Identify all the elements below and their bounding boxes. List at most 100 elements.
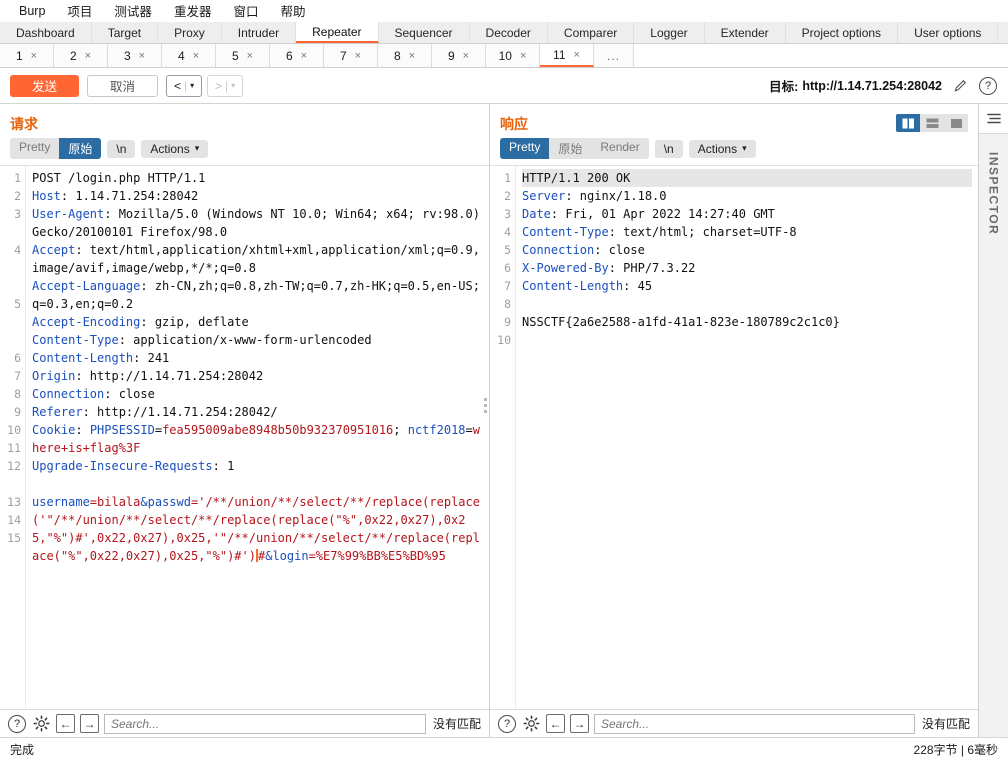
repeater-tab-6[interactable]: 6 ×: [270, 44, 324, 67]
close-icon[interactable]: ×: [193, 50, 199, 62]
repeater-tab-7[interactable]: 7 ×: [324, 44, 378, 67]
repeater-tab-overflow[interactable]: ...: [594, 44, 634, 67]
tab-decoder[interactable]: Decoder: [469, 22, 548, 43]
response-actions-button[interactable]: Actions ▾: [688, 139, 756, 158]
tab-proxy[interactable]: Proxy: [158, 22, 222, 43]
close-icon[interactable]: ×: [247, 50, 253, 62]
repeater-tab-4[interactable]: 4 ×: [162, 44, 216, 67]
tab-target[interactable]: Target: [91, 22, 159, 43]
tab-project-options[interactable]: Project options: [785, 22, 899, 43]
request-actions-button[interactable]: Actions ▾: [141, 139, 209, 158]
request-view-raw[interactable]: 原始: [59, 138, 102, 159]
close-icon[interactable]: ×: [463, 50, 469, 62]
back-button[interactable]: < | ▾: [166, 74, 203, 97]
repeater-tab-label: 4: [177, 48, 185, 63]
tab-user-options[interactable]: User options: [898, 22, 999, 43]
find-next-button[interactable]: →: [80, 714, 99, 733]
repeater-tab-5[interactable]: 5 ×: [216, 44, 270, 67]
request-line-1: POST /login.php HTTP/1.1: [32, 171, 206, 185]
header-value: : text/html,application/xhtml+xml,applic…: [32, 243, 480, 275]
response-view-raw[interactable]: 原始: [549, 138, 592, 159]
close-icon[interactable]: ×: [355, 50, 361, 62]
edit-pencil-icon[interactable]: [950, 76, 970, 96]
line-number: 5: [504, 243, 511, 257]
tab-dashboard[interactable]: Dashboard: [0, 22, 92, 43]
history-nav-group: < | ▾ > | ▾: [166, 74, 244, 97]
header-key: Referer: [32, 405, 83, 419]
header-key: Upgrade-Insecure-Requests: [32, 459, 213, 473]
gear-icon[interactable]: [521, 714, 541, 734]
response-code[interactable]: HTTP/1.1 200 OK Server: nginx/1.18.0 Date…: [516, 166, 978, 709]
response-newline-toggle[interactable]: \n: [654, 139, 683, 158]
request-newline-toggle[interactable]: \n: [107, 139, 136, 158]
layout-single-button[interactable]: [944, 114, 968, 132]
request-pane: 请求 Pretty 原始 \n Actions ▾ 1 2 3 4 5 6 7 …: [0, 104, 490, 737]
request-line-numbers: 1 2 3 4 5 6 7 8 9 10 11 12 13 14 15: [0, 166, 26, 709]
request-actions-label: Actions: [150, 141, 190, 156]
cookie-name: nctf2018: [407, 423, 466, 437]
gear-icon[interactable]: [31, 714, 51, 734]
inspector-toggle-button[interactable]: [979, 104, 1008, 134]
response-search-input[interactable]: [594, 713, 915, 734]
menu-bar: Burp 项目 测试器 重发器 窗口 帮助: [0, 0, 1008, 22]
tab-extender[interactable]: Extender: [704, 22, 786, 43]
find-next-button[interactable]: →: [570, 714, 589, 733]
menu-item-intruder[interactable]: 测试器: [103, 0, 163, 22]
tab-intruder[interactable]: Intruder: [221, 22, 297, 43]
pane-resize-handle[interactable]: [484, 398, 487, 413]
find-previous-button[interactable]: ←: [56, 714, 75, 733]
repeater-tab-1[interactable]: 1 ×: [0, 44, 54, 67]
response-view-pretty[interactable]: Pretty: [500, 138, 550, 159]
repeater-tab-2[interactable]: 2 ×: [54, 44, 108, 67]
request-code[interactable]: POST /login.php HTTP/1.1 Host: 1.14.71.2…: [26, 166, 489, 709]
repeater-tab-label: 9: [447, 48, 455, 63]
body-param-name: username: [32, 495, 90, 509]
tab-sequencer[interactable]: Sequencer: [378, 22, 470, 43]
help-icon[interactable]: ?: [498, 714, 516, 733]
close-icon[interactable]: ×: [409, 50, 415, 62]
repeater-tab-10[interactable]: 10 ×: [486, 44, 540, 67]
header-value: : http://1.14.71.254:28042/: [82, 405, 278, 419]
header-key: Origin: [32, 369, 76, 383]
layout-side-by-side-button[interactable]: [896, 114, 920, 132]
send-button[interactable]: 发送: [10, 74, 80, 97]
response-editor[interactable]: 1 2 3 4 5 6 7 8 9 10 HTTP/1.1 200 OK Serv…: [490, 165, 978, 709]
line-number: 4: [504, 225, 511, 239]
repeater-tab-11[interactable]: 11 ×: [540, 44, 594, 67]
repeater-tab-8[interactable]: 8 ×: [378, 44, 432, 67]
header-value: : application/x-www-form-urlencoded: [118, 333, 372, 347]
forward-button[interactable]: > | ▾: [207, 74, 244, 97]
menu-item-repeater[interactable]: 重发器: [163, 0, 223, 22]
request-editor[interactable]: 1 2 3 4 5 6 7 8 9 10 11 12 13 14 15 POST…: [0, 165, 489, 709]
request-view-pretty[interactable]: Pretty: [10, 138, 60, 159]
target-display: 目标: http://1.14.71.254:28042: [769, 76, 942, 95]
repeater-tab-9[interactable]: 9 ×: [432, 44, 486, 67]
close-icon[interactable]: ×: [139, 50, 145, 62]
menu-item-window[interactable]: 窗口: [222, 0, 269, 22]
line-number: 5: [14, 297, 21, 311]
repeater-tab-3[interactable]: 3 ×: [108, 44, 162, 67]
header-value: : nginx/1.18.0: [565, 189, 667, 203]
menu-item-help[interactable]: 帮助: [269, 0, 316, 22]
help-icon[interactable]: ?: [8, 714, 26, 733]
close-icon[interactable]: ×: [85, 50, 91, 62]
menu-item-burp[interactable]: Burp: [8, 2, 56, 20]
close-icon[interactable]: ×: [520, 50, 526, 62]
layout-stacked-button[interactable]: [920, 114, 944, 132]
close-icon[interactable]: ×: [31, 50, 37, 62]
tab-comparer[interactable]: Comparer: [547, 22, 635, 43]
close-icon[interactable]: ×: [301, 50, 307, 62]
header-value: : Fri, 01 Apr 2022 14:27:40 GMT: [550, 207, 775, 221]
line-number: 11: [7, 441, 21, 455]
menu-item-project[interactable]: 项目: [56, 0, 103, 22]
close-icon[interactable]: ×: [574, 49, 580, 61]
response-line-numbers: 1 2 3 4 5 6 7 8 9 10: [490, 166, 516, 709]
tab-logger[interactable]: Logger: [634, 22, 705, 43]
tab-repeater[interactable]: Repeater: [296, 22, 379, 43]
cancel-button[interactable]: 取消: [87, 74, 159, 97]
help-icon[interactable]: ?: [978, 76, 998, 96]
response-view-render[interactable]: Render: [591, 138, 649, 159]
request-search-input[interactable]: [104, 713, 426, 734]
find-previous-button[interactable]: ←: [546, 714, 565, 733]
repeater-tab-label: 6: [285, 48, 293, 63]
